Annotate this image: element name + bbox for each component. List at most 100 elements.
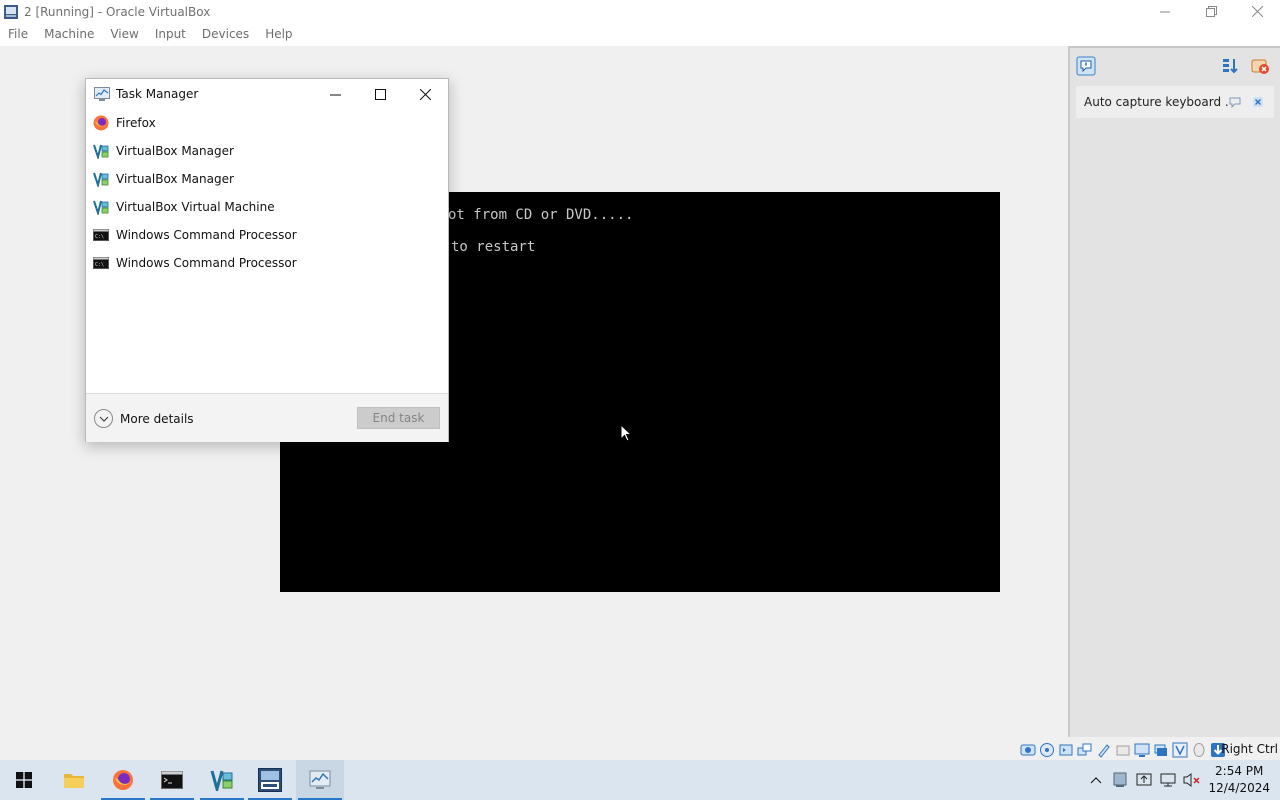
system-tray: 2:54 PM 12/4/2024 <box>1084 760 1280 800</box>
virtualbox-app-icon <box>4 4 18 19</box>
close-icon <box>1251 6 1263 17</box>
app-row-label: VirtualBox Manager <box>116 144 234 158</box>
tray-security-button[interactable] <box>1135 771 1153 789</box>
end-task-button[interactable]: End task <box>357 407 440 429</box>
minimize-button[interactable] <box>1142 0 1188 23</box>
maximize-icon <box>375 88 386 100</box>
volume-muted-icon <box>1183 773 1200 787</box>
menu-help[interactable]: Help <box>259 23 298 46</box>
notification-close-icon[interactable] <box>1251 95 1265 109</box>
taskbar-firefox[interactable] <box>99 760 147 800</box>
taskbar-task-manager[interactable] <box>296 760 344 800</box>
notification-text: Auto capture keyboard ... <box>1084 95 1228 109</box>
task-manager-footer: More details End task <box>86 393 448 442</box>
more-details-button[interactable]: More details <box>94 409 194 428</box>
tray-app-button[interactable] <box>1111 771 1129 789</box>
menu-view[interactable]: View <box>104 23 144 46</box>
vbox-menubar: File Machine View Input Devices Help <box>0 23 1280 46</box>
taskbar-vm-2008[interactable] <box>246 760 294 800</box>
firefox-icon <box>93 115 109 131</box>
start-icon <box>16 772 32 788</box>
tray-network-button[interactable] <box>1159 771 1177 789</box>
task-manager-window[interactable]: Task Manager Firefox VirtualBox Manager … <box>85 78 449 442</box>
mouse-pointer-icon <box>620 424 632 442</box>
show-hidden-icons-button[interactable] <box>1087 771 1105 789</box>
taskbar-cmd[interactable] <box>148 760 196 800</box>
app-row-virtualbox-manager[interactable]: VirtualBox Manager <box>86 165 448 193</box>
menu-devices[interactable]: Devices <box>196 23 255 46</box>
clock-time: 2:54 PM <box>1215 764 1264 778</box>
sort-notifications-icon[interactable] <box>1220 56 1240 76</box>
recording-status-icon[interactable] <box>1153 742 1169 758</box>
app-row-label: VirtualBox Virtual Machine <box>116 200 275 214</box>
notification-item[interactable]: Auto capture keyboard ... <box>1076 86 1274 118</box>
restore-icon <box>1205 6 1217 17</box>
windows-taskbar: 2:54 PM 12/4/2024 <box>0 760 1280 800</box>
menu-input[interactable]: Input <box>149 23 192 46</box>
svg-text:C:\: C:\ <box>95 234 104 240</box>
display-status-icon[interactable] <box>1134 742 1150 758</box>
close-icon <box>420 88 431 100</box>
notification-center-icon[interactable] <box>1076 56 1096 76</box>
notification-help-icon[interactable] <box>1228 95 1242 109</box>
dismiss-all-notifications-icon[interactable] <box>1250 56 1270 76</box>
restore-button[interactable] <box>1188 0 1234 23</box>
app-row-virtualbox-manager[interactable]: VirtualBox Manager <box>86 137 448 165</box>
tm-minimize-button[interactable] <box>313 79 358 109</box>
app-row-firefox[interactable]: Firefox <box>86 109 448 137</box>
vm-console-line: to restart <box>451 239 536 255</box>
virtualbox-icon <box>93 172 109 187</box>
vbox-statusbar: Right Ctrl <box>0 740 1280 760</box>
notification-center-panel: Auto capture keyboard ... <box>1068 46 1280 737</box>
mouse-integration-status-icon[interactable] <box>1191 742 1207 758</box>
menu-machine[interactable]: Machine <box>38 23 100 46</box>
cmd-icon <box>161 771 183 789</box>
app-row-label: VirtualBox Manager <box>116 172 234 186</box>
tm-maximize-button[interactable] <box>358 79 403 109</box>
app-row-virtualbox-vm[interactable]: VirtualBox Virtual Machine <box>86 193 448 221</box>
virtualization-status-icon[interactable] <box>1172 742 1188 758</box>
tray-volume-button[interactable] <box>1183 771 1201 789</box>
cmd-icon: C:\ <box>93 257 109 269</box>
vbox-titlebar[interactable]: 2 [Running] - Oracle VirtualBox <box>0 0 1280 23</box>
optical-drive-status-icon[interactable] <box>1039 742 1055 758</box>
menu-file[interactable]: File <box>2 23 34 46</box>
firefox-icon <box>113 770 133 790</box>
minimize-icon <box>1159 11 1170 13</box>
task-manager-icon <box>94 87 110 101</box>
virtualbox-icon <box>93 200 109 215</box>
hard-disk-status-icon[interactable] <box>1020 742 1036 758</box>
usb-status-icon[interactable] <box>1096 742 1112 758</box>
host-key-label: Right Ctrl <box>1221 742 1278 756</box>
tray-app-icon <box>1113 772 1127 787</box>
vm-console-line: ot from CD or DVD..... <box>448 207 634 223</box>
tm-close-button[interactable] <box>403 79 448 109</box>
taskbar-file-explorer[interactable] <box>50 760 98 800</box>
virtualbox-icon <box>93 144 109 159</box>
start-button[interactable] <box>0 760 48 800</box>
minimize-icon <box>330 94 341 95</box>
close-button[interactable] <box>1234 0 1280 23</box>
network-icon <box>1160 773 1176 787</box>
chevron-up-icon <box>1091 777 1102 784</box>
app-row-label: Windows Command Processor <box>116 256 297 270</box>
window-title: 2 [Running] - Oracle VirtualBox <box>24 4 211 19</box>
tray-security-icon <box>1136 773 1152 786</box>
file-explorer-icon <box>64 774 84 788</box>
svg-text:C:\: C:\ <box>95 262 104 268</box>
taskbar-virtualbox[interactable] <box>198 760 246 800</box>
chevron-down-icon <box>94 409 113 428</box>
audio-status-icon[interactable] <box>1058 742 1074 758</box>
task-manager-titlebar[interactable]: Task Manager <box>86 79 448 109</box>
task-manager-title: Task Manager <box>116 87 199 101</box>
taskbar-clock[interactable]: 2:54 PM 12/4/2024 <box>1208 763 1270 797</box>
cmd-icon: C:\ <box>93 229 109 241</box>
shared-folders-status-icon[interactable] <box>1115 742 1131 758</box>
app-row-cmd[interactable]: C:\ Windows Command Processor <box>86 249 448 277</box>
network-status-icon[interactable] <box>1077 742 1093 758</box>
task-manager-icon <box>309 770 331 789</box>
clock-date: 12/4/2024 <box>1208 781 1270 795</box>
more-details-label: More details <box>120 411 194 426</box>
vm-2008-icon <box>258 768 282 792</box>
app-row-cmd[interactable]: C:\ Windows Command Processor <box>86 221 448 249</box>
